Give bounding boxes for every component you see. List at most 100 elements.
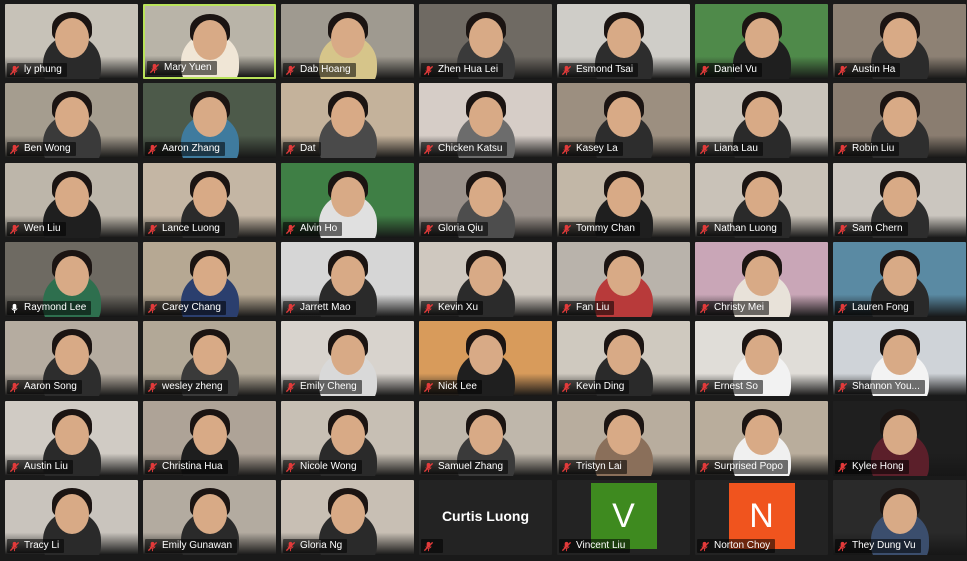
- participant-tile[interactable]: Kevin Xu: [419, 242, 552, 317]
- participant-name: Aaron Song: [24, 381, 77, 392]
- participant-tile[interactable]: Ben Wong: [5, 83, 138, 158]
- participant-face: [882, 177, 917, 217]
- participant-tile[interactable]: Tommy Chan: [557, 163, 690, 238]
- participant-nameplate: Kasey La: [559, 142, 623, 156]
- mic-muted-icon: [9, 144, 20, 154]
- participant-tile[interactable]: Ernest So: [695, 321, 828, 396]
- participant-face: [468, 256, 503, 296]
- participant-face: [192, 256, 227, 296]
- participant-tile[interactable]: Jarrett Mao: [281, 242, 414, 317]
- participant-tile[interactable]: Dab Hoang: [281, 4, 414, 79]
- participant-tile[interactable]: Zhen Hua Lei: [419, 4, 552, 79]
- participant-tile[interactable]: Gloria Ng: [281, 480, 414, 555]
- participant-face: [192, 415, 227, 455]
- participant-nameplate: Daniel Vu: [697, 63, 762, 77]
- participant-tile[interactable]: Daniel Vu: [695, 4, 828, 79]
- participant-tile[interactable]: Emily Gunawan: [143, 480, 276, 555]
- participant-tile[interactable]: Shannon You...: [833, 321, 966, 396]
- participant-tile[interactable]: Kylee Hong: [833, 401, 966, 476]
- participant-tile[interactable]: Austin Ha: [833, 4, 966, 79]
- participant-name: Lance Luong: [162, 223, 220, 234]
- participant-tile[interactable]: Carey Chang: [143, 242, 276, 317]
- participant-tile[interactable]: Austin Liu: [5, 401, 138, 476]
- participant-tile[interactable]: Kasey La: [557, 83, 690, 158]
- mic-muted-icon: [699, 144, 710, 154]
- mic-muted-icon: [149, 63, 160, 73]
- participant-tile[interactable]: ly phung: [5, 4, 138, 79]
- participant-name: Ben Wong: [24, 143, 71, 154]
- participant-name: Carey Chang: [162, 302, 221, 313]
- participant-name: Chicken Katsu: [438, 143, 503, 154]
- participant-tile[interactable]: Kevin Ding: [557, 321, 690, 396]
- mic-muted-icon: [561, 224, 572, 234]
- participant-tile[interactable]: Sam Chern: [833, 163, 966, 238]
- mic-muted-icon: [285, 462, 296, 472]
- participant-tile[interactable]: Samuel Zhang: [419, 401, 552, 476]
- participant-tile[interactable]: Fan Liu: [557, 242, 690, 317]
- participant-nameplate: Surprised Popo: [697, 460, 788, 474]
- participant-face: [54, 494, 89, 534]
- participant-tile[interactable]: Emily Cheng: [281, 321, 414, 396]
- participant-nameplate: Ben Wong: [7, 142, 76, 156]
- participant-tile[interactable]: wesley zheng: [143, 321, 276, 396]
- mic-muted-icon: [285, 144, 296, 154]
- participant-tile[interactable]: Nick Lee: [419, 321, 552, 396]
- participant-tile[interactable]: N Norton Choy: [695, 480, 828, 555]
- participant-tile[interactable]: Chicken Katsu: [419, 83, 552, 158]
- mic-muted-icon: [423, 224, 434, 234]
- participant-tile[interactable]: Curtis Luong: [419, 480, 552, 555]
- participant-tile[interactable]: Raymond Lee: [5, 242, 138, 317]
- participant-name: Austin Liu: [24, 461, 68, 472]
- participant-tile[interactable]: Aaron Zhang: [143, 83, 276, 158]
- participant-tile[interactable]: Aaron Song: [5, 321, 138, 396]
- participant-tile[interactable]: Nicole Wong: [281, 401, 414, 476]
- participant-tile[interactable]: Nathan Luong: [695, 163, 828, 238]
- participant-tile[interactable]: Christy Mei: [695, 242, 828, 317]
- mic-muted-icon: [423, 382, 434, 392]
- mic-muted-icon: [423, 144, 434, 154]
- participant-tile[interactable]: Lauren Fong: [833, 242, 966, 317]
- participant-name: Dab Hoang: [300, 64, 351, 75]
- participant-tile[interactable]: V Vincent Liu: [557, 480, 690, 555]
- participant-tile[interactable]: Mary Yuen: [143, 4, 276, 79]
- mic-muted-icon: [9, 541, 20, 551]
- participant-tile[interactable]: Gloria Qiu: [419, 163, 552, 238]
- participant-tile[interactable]: Christina Hua: [143, 401, 276, 476]
- participant-tile[interactable]: Wen Liu: [5, 163, 138, 238]
- participant-name: Daniel Vu: [714, 64, 757, 75]
- mic-muted-icon: [837, 65, 848, 75]
- participant-face: [330, 18, 365, 58]
- participant-tile[interactable]: Esmond Tsai: [557, 4, 690, 79]
- participant-nameplate: Samuel Zhang: [421, 460, 509, 474]
- participant-name: Nathan Luong: [714, 223, 777, 234]
- participant-name: They Dung Vu: [852, 540, 916, 551]
- participant-tile[interactable]: Tracy Li: [5, 480, 138, 555]
- participant-name: Gloria Qiu: [438, 223, 484, 234]
- participant-nameplate: Gloria Ng: [283, 539, 348, 553]
- participant-tile[interactable]: Lance Luong: [143, 163, 276, 238]
- mic-muted-icon: [699, 65, 710, 75]
- participant-nameplate: Esmond Tsai: [559, 63, 639, 77]
- participant-tile[interactable]: Alvin Ho: [281, 163, 414, 238]
- participant-name: Aaron Zhang: [162, 143, 220, 154]
- participant-nameplate: Kevin Xu: [421, 301, 484, 315]
- participant-nameplate: Lauren Fong: [835, 301, 914, 315]
- mic-muted-icon: [561, 65, 572, 75]
- mic-muted-icon: [147, 303, 158, 313]
- mic-muted-icon: [837, 382, 848, 392]
- participant-face: [882, 335, 917, 375]
- participant-face: [54, 177, 89, 217]
- participant-name: Kevin Xu: [438, 302, 479, 313]
- participant-tile[interactable]: Liana Lau: [695, 83, 828, 158]
- participant-face: [606, 335, 641, 375]
- participant-name: Tommy Chan: [576, 223, 635, 234]
- participant-tile[interactable]: Dat: [281, 83, 414, 158]
- participant-tile[interactable]: Tristyn Lai: [557, 401, 690, 476]
- participant-tile[interactable]: Surprised Popo: [695, 401, 828, 476]
- participant-face: [54, 97, 89, 137]
- participant-tile[interactable]: They Dung Vu: [833, 480, 966, 555]
- participant-face: [330, 335, 365, 375]
- participant-face: [882, 256, 917, 296]
- participant-nameplate: Nathan Luong: [697, 222, 782, 236]
- participant-tile[interactable]: Robin Liu: [833, 83, 966, 158]
